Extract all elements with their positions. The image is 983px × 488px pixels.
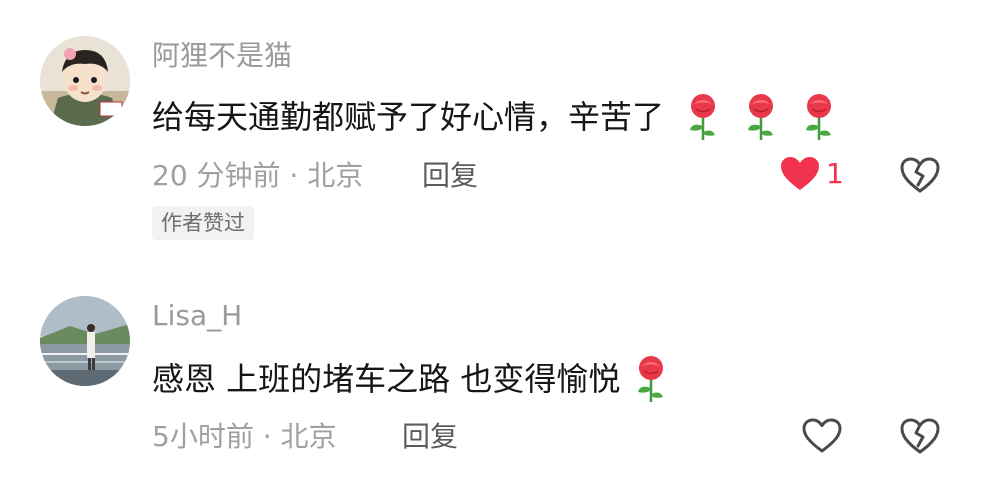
reply-button[interactable]: 回复 <box>402 423 458 451</box>
comment-text-body: 给每天通勤都赋予了好心情，辛苦了 <box>152 98 665 136</box>
avatar[interactable] <box>40 296 130 386</box>
comment-text: 感恩 上班的堵车之路 也变得愉悦 <box>152 354 670 404</box>
dislike-button[interactable] <box>900 418 940 458</box>
rose-emoji <box>690 94 716 140</box>
like-button[interactable] <box>802 418 842 454</box>
reply-button[interactable]: 回复 <box>422 162 478 190</box>
like-count: 1 <box>826 157 844 190</box>
rose-emoji <box>748 94 774 140</box>
username[interactable]: Lisa_H <box>152 302 242 330</box>
comment-item: 阿狸不是猫 给每天通勤都赋予了好心情，辛苦了 20 分钟前 · 北京 回复 1 … <box>0 0 983 260</box>
comment-time-location: 5小时前 · 北京 <box>152 420 337 453</box>
comment-item: Lisa_H 感恩 上班的堵车之路 也变得愉悦 5小时前 · 北京 回复 <box>0 260 983 488</box>
like-button[interactable]: 1 <box>780 156 844 192</box>
rose-emoji <box>806 94 832 140</box>
avatar[interactable] <box>40 36 130 126</box>
dislike-button[interactable] <box>900 157 940 197</box>
broken-heart-icon <box>900 157 940 193</box>
comment-text: 给每天通勤都赋予了好心情，辛苦了 <box>152 92 838 142</box>
rose-emoji <box>638 356 664 402</box>
comment-text-body: 感恩 上班的堵车之路 也变得愉悦 <box>152 360 621 398</box>
author-liked-badge: 作者赞过 <box>152 206 254 241</box>
heart-icon <box>781 157 819 190</box>
heart-icon <box>802 418 842 453</box>
broken-heart-icon <box>900 418 940 454</box>
comment-time-location: 20 分钟前 · 北京 <box>152 159 364 192</box>
username[interactable]: 阿狸不是猫 <box>152 42 292 70</box>
